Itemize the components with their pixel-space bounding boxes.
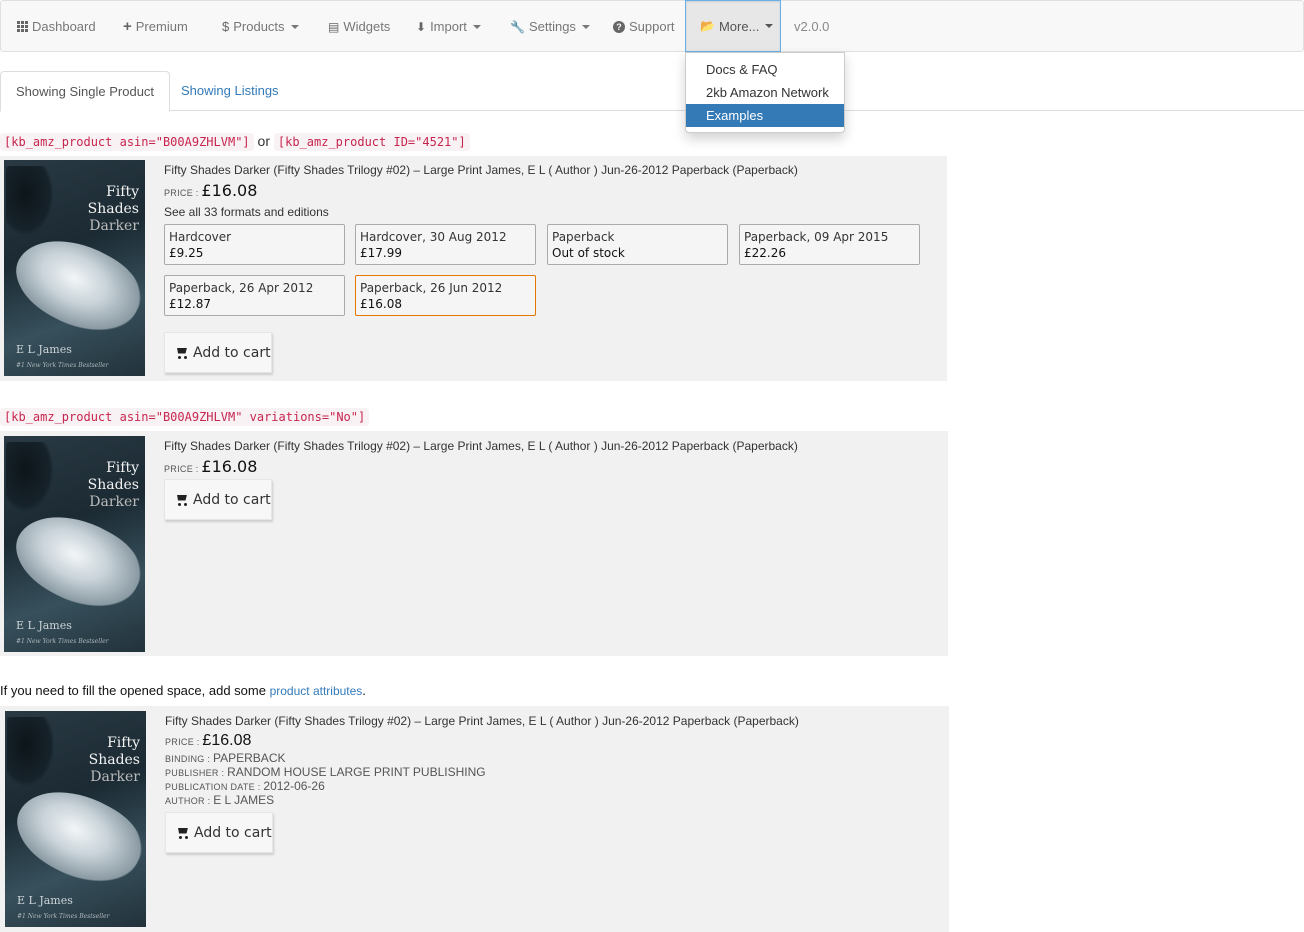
list-icon: ▤: [328, 19, 340, 34]
format-option[interactable]: Paperback, 09 Apr 2015 £22.26: [739, 224, 920, 265]
product-card-full: Fifty Shades Darker E L James #1 New Yor…: [0, 156, 947, 381]
chevron-down-icon: [581, 24, 590, 29]
format-option[interactable]: Hardcover, 30 Aug 2012 £17.99: [355, 224, 536, 265]
add-to-cart-button[interactable]: Add to cart: [164, 332, 272, 373]
shortcode-no-variations: [kb_amz_product asin="B00A9ZHLVM" variat…: [0, 408, 370, 426]
nav-dashboard-label: Dashboard: [32, 19, 96, 34]
example-tabs: Showing Single Product Showing Listings: [0, 71, 1304, 112]
import-icon: ⬇: [416, 19, 427, 34]
product-attributes-link[interactable]: product attributes: [270, 684, 363, 698]
product-price: PRICE : £16.08: [164, 457, 258, 476]
cart-icon: [176, 827, 190, 839]
cover-tagline: #1 New York Times Bestseller: [16, 638, 109, 645]
shortcode-line-1: [kb_amz_product asin="B00A9ZHLVM"] or [k…: [0, 133, 470, 151]
question-circle-icon: ?: [613, 20, 625, 33]
format-option[interactable]: Hardcover £9.25: [164, 224, 345, 265]
format-option[interactable]: Paperback, 26 Apr 2012 £12.87: [164, 275, 345, 316]
nav-widgets-label: Widgets: [343, 19, 391, 34]
add-to-cart-button[interactable]: Add to cart: [164, 479, 272, 520]
chevron-down-icon: [765, 24, 774, 28]
format-option-selected[interactable]: Paperback, 26 Jun 2012 £16.08: [355, 275, 536, 316]
book-cover-image[interactable]: Fifty Shades Darker E L James #1 New Yor…: [4, 436, 145, 652]
version-label: v2.0.0: [794, 19, 830, 34]
menu-item-docs-faq[interactable]: Docs & FAQ: [686, 58, 844, 81]
cover-title: Fifty Shades Darker: [87, 184, 139, 234]
format-option[interactable]: Paperback Out of stock: [547, 224, 728, 265]
or-text: or: [257, 133, 270, 149]
nav-support[interactable]: ? Support: [613, 1, 675, 52]
book-cover-image[interactable]: Fifty Shades Darker E L James #1 New Yor…: [4, 160, 145, 376]
cover-author: E L James: [17, 894, 73, 907]
plus-icon: +: [123, 18, 132, 35]
fill-space-note: If you need to fill the opened space, ad…: [0, 683, 366, 698]
nav-import-label: Import: [430, 19, 467, 34]
nav-products-label: Products: [233, 19, 285, 34]
shortcode-line-2: [kb_amz_product asin="B00A9ZHLVM" variat…: [0, 408, 370, 426]
tab-single-product[interactable]: Showing Single Product: [0, 71, 171, 112]
chevron-down-icon: [472, 24, 481, 29]
nav-widgets[interactable]: ▤ Widgets: [328, 1, 390, 52]
product-title[interactable]: Fifty Shades Darker (Fifty Shades Trilog…: [165, 714, 799, 728]
wrench-icon: 🔧: [510, 19, 525, 34]
nav-support-label: Support: [629, 19, 675, 34]
menu-item-amazon-network[interactable]: 2kb Amazon Network: [686, 81, 844, 104]
cover-author: E L James: [16, 619, 72, 632]
attr-publisher: PUBLISHER : RANDOM HOUSE LARGE PRINT PUB…: [165, 765, 486, 779]
attr-binding: BINDING : PAPERBACK: [165, 751, 286, 765]
product-card-no-variations: Fifty Shades Darker E L James #1 New Yor…: [0, 431, 948, 656]
nav-products[interactable]: $ Products: [222, 1, 299, 52]
product-title[interactable]: Fifty Shades Darker (Fifty Shades Trilog…: [164, 163, 798, 177]
attr-author: AUTHOR : E L JAMES: [165, 793, 275, 807]
nav-settings[interactable]: 🔧 Settings: [510, 1, 590, 52]
nav-dashboard[interactable]: Dashboard: [17, 1, 96, 52]
chevron-down-icon: [290, 24, 299, 29]
menu-item-examples[interactable]: Examples: [686, 104, 844, 127]
more-dropdown-menu: Docs & FAQ 2kb Amazon Network Examples: [685, 52, 845, 133]
cover-tagline: #1 New York Times Bestseller: [16, 362, 109, 369]
shortcode-id: [kb_amz_product ID="4521"]: [273, 133, 470, 151]
nav-settings-label: Settings: [528, 19, 576, 34]
shortcode-asin: [kb_amz_product asin="B00A9ZHLVM"]: [0, 133, 254, 151]
product-price: PRICE : £16.08: [164, 181, 258, 200]
product-title[interactable]: Fifty Shades Darker (Fifty Shades Trilog…: [164, 439, 798, 453]
grid-icon: [17, 21, 28, 32]
folder-open-icon: 📂: [700, 19, 715, 33]
nav-premium[interactable]: + Premium: [123, 1, 188, 52]
attr-price: PRICE : £16.08: [165, 732, 252, 749]
nav-more[interactable]: 📂 More...: [685, 0, 781, 52]
nav-more-label: More...: [718, 18, 760, 34]
cart-icon: [175, 494, 189, 506]
cover-title: Fifty Shades Darker: [88, 735, 140, 785]
book-cover-image[interactable]: Fifty Shades Darker E L James #1 New Yor…: [5, 711, 146, 927]
product-card-attributes: Fifty Shades Darker E L James #1 New Yor…: [0, 706, 949, 932]
cover-title: Fifty Shades Darker: [87, 460, 139, 510]
nav-import[interactable]: ⬇ Import: [416, 1, 481, 52]
cover-author: E L James: [16, 343, 72, 356]
nav-premium-label: Premium: [135, 19, 188, 34]
top-navbar: Dashboard + Premium $ Products ▤ Widgets…: [0, 0, 1304, 52]
see-all-formats-text: See all 33 formats and editions: [164, 205, 329, 219]
add-to-cart-button[interactable]: Add to cart: [165, 812, 273, 853]
dollar-icon: $: [222, 19, 230, 34]
cover-tagline: #1 New York Times Bestseller: [17, 913, 110, 920]
cart-icon: [175, 347, 189, 359]
tab-listings[interactable]: Showing Listings: [166, 71, 294, 111]
attr-publication-date: PUBLICATION DATE : 2012-06-26: [165, 779, 325, 793]
